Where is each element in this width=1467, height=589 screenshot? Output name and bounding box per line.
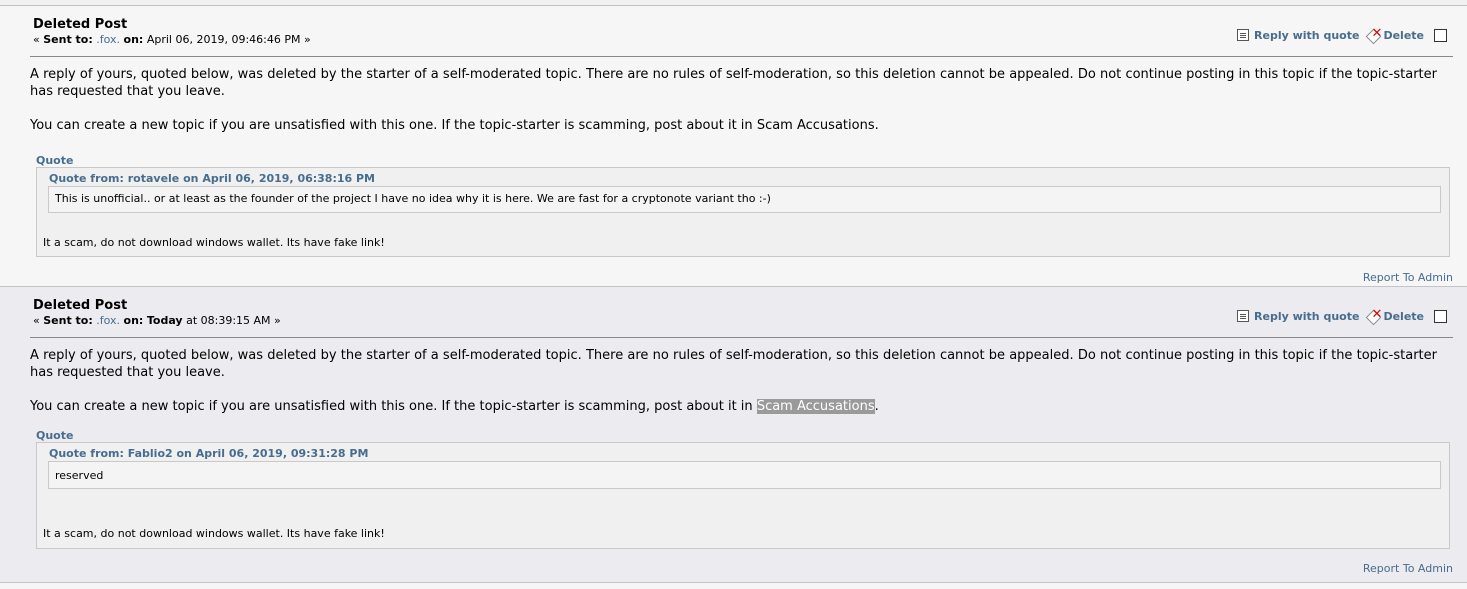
select-checkbox[interactable] xyxy=(1434,28,1447,42)
quote-icon[interactable] xyxy=(1237,310,1250,322)
message-header: Deleted Post « Sent to: .fox. on: April … xyxy=(33,17,311,47)
message-date: at 08:39:15 AM xyxy=(186,314,271,327)
message-date-today: Today xyxy=(146,314,183,327)
message-subject: Deleted Post xyxy=(33,17,128,32)
body-paragraph-2-text: You can create a new topic if you are un… xyxy=(30,118,753,133)
recipient-link[interactable]: .fox. xyxy=(96,314,120,327)
on-label: on: xyxy=(123,314,144,327)
body-paragraph-2-text: You can create a new topic if you are un… xyxy=(30,399,753,414)
quote-label: Quote xyxy=(36,429,74,442)
scam-accusations-link[interactable]: Scam Accusations xyxy=(756,399,875,414)
message-date: April 06, 2019, 09:46:46 PM xyxy=(146,33,301,46)
message-1: Deleted Post « Sent to: .fox. on: April … xyxy=(0,6,1467,287)
quote-box: Quote from: Fablio2 on April 06, 2019, 0… xyxy=(36,442,1450,549)
quote-text: It a scam, do not download windows walle… xyxy=(43,527,385,540)
delete-icon[interactable]: ✕ xyxy=(1367,26,1382,42)
on-label: on: xyxy=(123,33,144,46)
body-paragraph-2: You can create a new topic if you are un… xyxy=(30,118,879,133)
message-actions: Reply with quote ✕ Delete xyxy=(1237,26,1447,42)
message-body: A reply of yours, quoted below, was dele… xyxy=(30,347,1437,415)
nested-quote: This is unofficial.. or at least as the … xyxy=(48,186,1441,213)
body-paragraph-2: You can create a new topic if you are un… xyxy=(30,399,879,414)
quote-text: It a scam, do not download windows walle… xyxy=(43,236,385,249)
quote-header-link[interactable]: Quote from: Fablio2 on April 06, 2019, 0… xyxy=(49,447,368,460)
report-to-admin-link[interactable]: Report To Admin xyxy=(1363,271,1453,284)
reply-with-quote-link[interactable]: Reply with quote xyxy=(1254,29,1359,42)
sent-to-label: Sent to: xyxy=(43,33,93,46)
select-checkbox[interactable] xyxy=(1434,309,1447,323)
scam-accusations-link[interactable]: Scam Accusations xyxy=(757,118,875,133)
recipient-link[interactable]: .fox. xyxy=(96,33,120,46)
header-divider xyxy=(30,56,1453,57)
quote-icon[interactable] xyxy=(1237,29,1250,41)
message-meta: « Sent to: .fox. on: April 06, 2019, 09:… xyxy=(33,33,311,46)
message-2: Deleted Post « Sent to: .fox. on: Today … xyxy=(0,287,1467,583)
nested-quote: reserved xyxy=(48,461,1441,489)
header-divider xyxy=(30,337,1453,338)
delete-link[interactable]: Delete xyxy=(1383,29,1424,42)
message-header: Deleted Post « Sent to: .fox. on: Today … xyxy=(33,298,281,328)
message-actions: Reply with quote ✕ Delete xyxy=(1237,307,1447,323)
delete-icon[interactable]: ✕ xyxy=(1367,307,1382,323)
message-body: A reply of yours, quoted below, was dele… xyxy=(30,66,1437,134)
quote-label: Quote xyxy=(36,154,74,167)
quote-box: Quote from: rotavele on April 06, 2019, … xyxy=(36,167,1450,257)
delete-link[interactable]: Delete xyxy=(1383,310,1424,323)
body-paragraph-1: A reply of yours, quoted below, was dele… xyxy=(30,348,1437,380)
reply-with-quote-link[interactable]: Reply with quote xyxy=(1254,310,1359,323)
report-to-admin-link[interactable]: Report To Admin xyxy=(1363,562,1453,575)
message-subject: Deleted Post xyxy=(33,298,128,313)
sent-to-label: Sent to: xyxy=(43,314,93,327)
quote-header-link[interactable]: Quote from: rotavele on April 06, 2019, … xyxy=(49,172,375,185)
body-paragraph-1: A reply of yours, quoted below, was dele… xyxy=(30,67,1437,99)
message-meta: « Sent to: .fox. on: Today at 08:39:15 A… xyxy=(33,314,281,327)
